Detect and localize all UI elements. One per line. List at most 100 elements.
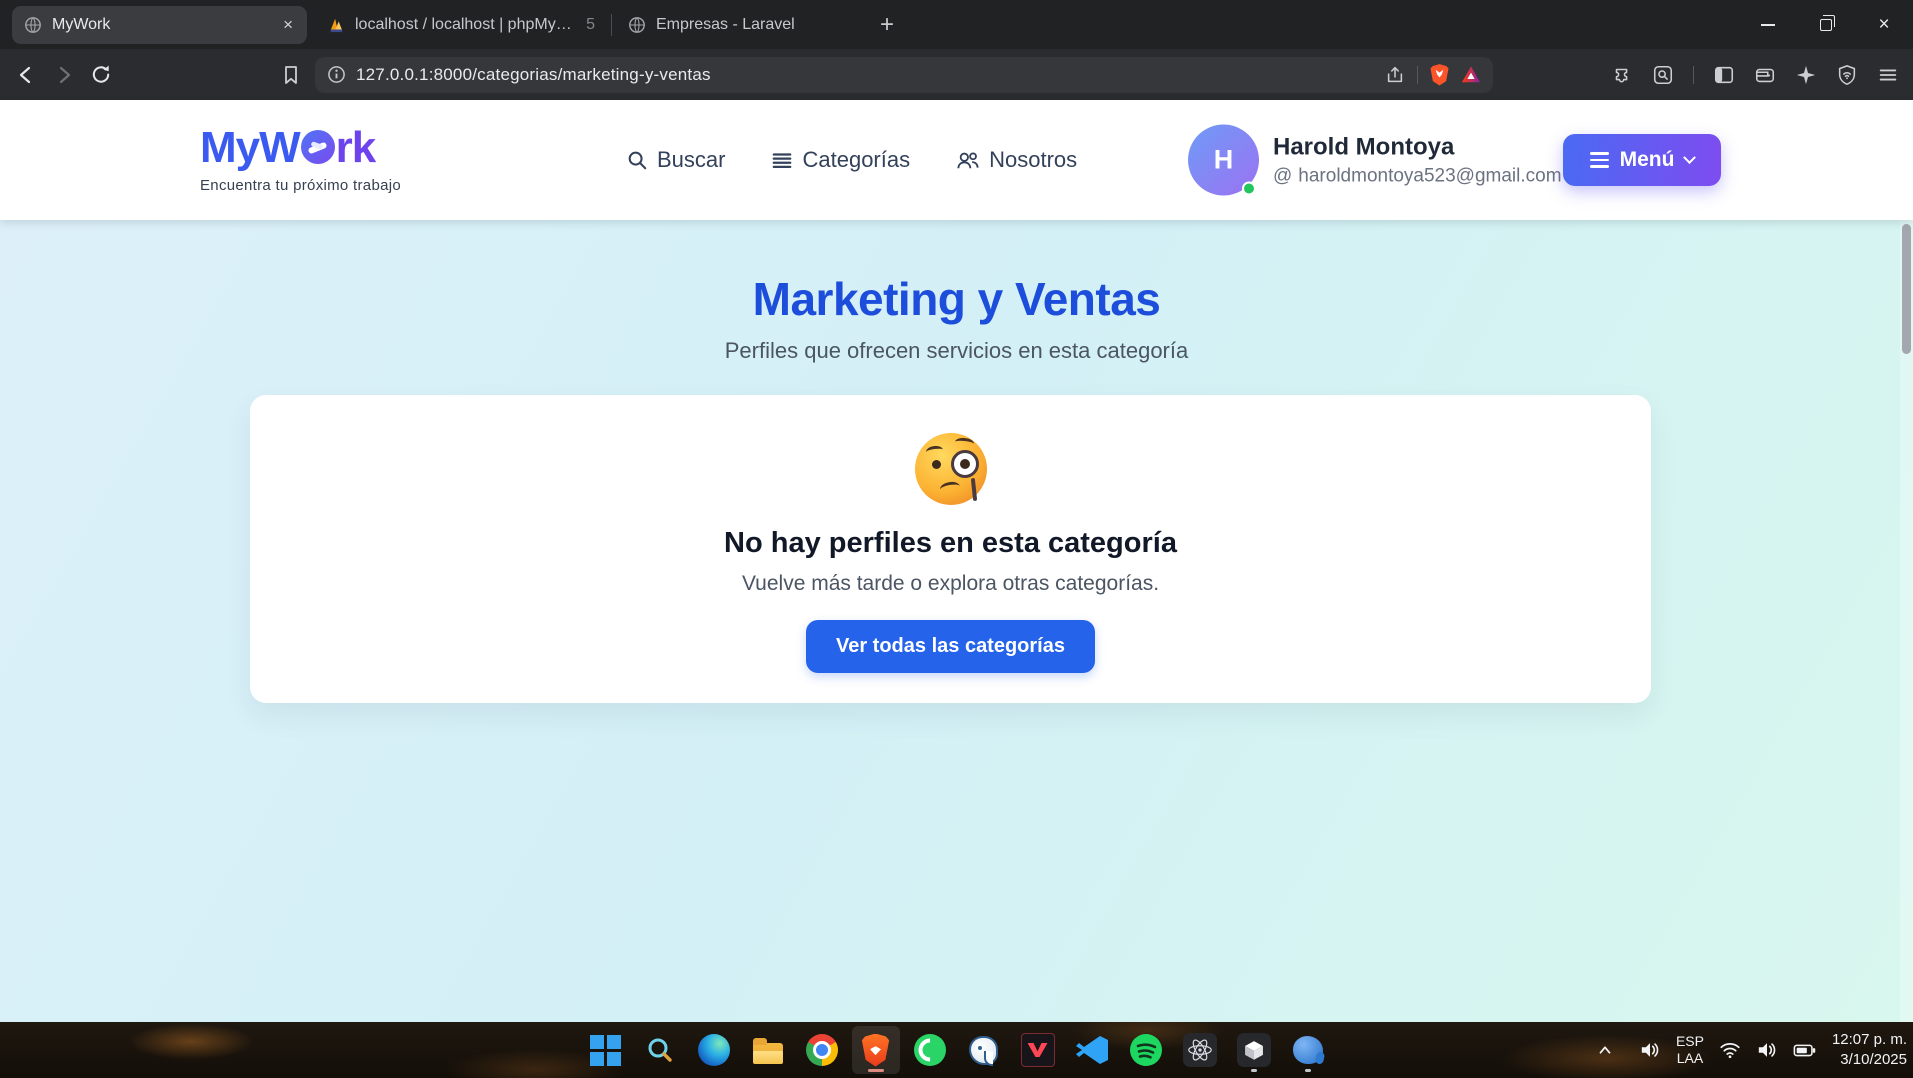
page-subtitle: Perfiles que ofrecen servicios en esta c… bbox=[0, 338, 1913, 364]
avatar-initial: H bbox=[1214, 145, 1234, 176]
start-button[interactable] bbox=[582, 1026, 630, 1074]
minimize-icon bbox=[1761, 24, 1775, 26]
language-indicator[interactable]: ESP LAA bbox=[1676, 1033, 1704, 1067]
brave-shields-icon[interactable] bbox=[1430, 64, 1449, 86]
volume-icon[interactable] bbox=[1756, 1040, 1778, 1060]
taskbar-search-button[interactable] bbox=[636, 1026, 684, 1074]
vpn-shield-icon[interactable] bbox=[1836, 64, 1858, 86]
edge-icon bbox=[698, 1034, 730, 1066]
view-all-categories-button[interactable]: Ver todas las categorías bbox=[806, 620, 1095, 673]
tab-laravel[interactable]: Empresas - Laravel bbox=[616, 6, 856, 44]
avatar: H bbox=[1188, 125, 1259, 196]
user-email: @haroldmontoya523@gmail.com bbox=[1273, 165, 1562, 187]
vscode-icon bbox=[1075, 1033, 1109, 1067]
logo-tagline: Encuentra tu próximo trabajo bbox=[200, 177, 401, 194]
active-app-indicator bbox=[868, 1069, 884, 1072]
page-scrollbar[interactable] bbox=[1900, 220, 1913, 1022]
site-info-icon[interactable] bbox=[327, 65, 346, 84]
share-icon[interactable] bbox=[1385, 65, 1405, 85]
new-tab-button[interactable]: + bbox=[870, 8, 904, 42]
nav-item-nosotros[interactable]: Nosotros bbox=[956, 147, 1077, 173]
page-title: Marketing y Ventas bbox=[0, 272, 1913, 326]
list-icon bbox=[771, 149, 793, 171]
close-icon: × bbox=[1878, 14, 1889, 36]
pgadmin-button[interactable] bbox=[1284, 1026, 1332, 1074]
site-nav: Buscar Categorías Nosotros bbox=[626, 147, 1077, 173]
logo-text: MyW rk bbox=[200, 126, 401, 170]
edge-button[interactable] bbox=[690, 1026, 738, 1074]
tray-overflow-chevron-icon[interactable] bbox=[1596, 1041, 1614, 1059]
chrome-button[interactable] bbox=[798, 1026, 846, 1074]
sidebar-icon[interactable] bbox=[1713, 64, 1735, 86]
nav-item-categorias[interactable]: Categorías bbox=[771, 147, 910, 173]
close-window-button[interactable]: × bbox=[1855, 0, 1913, 49]
user-chip[interactable]: H Harold Montoya @haroldmontoya523@gmail… bbox=[1188, 125, 1562, 196]
nav-item-buscar[interactable]: Buscar bbox=[626, 147, 725, 173]
browser-tab-bar: MyWork × localhost / localhost | phpMyAd… bbox=[0, 0, 1913, 49]
pgadmin-elephant-icon bbox=[1293, 1036, 1323, 1064]
battery-icon[interactable] bbox=[1793, 1041, 1817, 1059]
wifi-icon[interactable] bbox=[1719, 1040, 1741, 1060]
close-tab-icon[interactable]: × bbox=[281, 15, 295, 35]
tab-phpmyadmin[interactable]: localhost / localhost | phpMyAdmin 5 bbox=[315, 6, 607, 44]
brave-icon bbox=[861, 1034, 890, 1067]
browser-toolbar: 127.0.0.1:8000/categorias/marketing-y-ve… bbox=[0, 49, 1913, 100]
language-code: ESP bbox=[1676, 1033, 1704, 1050]
menu-button[interactable]: Menú bbox=[1563, 134, 1721, 186]
atom-app-button[interactable] bbox=[1176, 1026, 1224, 1074]
window-controls: × bbox=[1739, 0, 1913, 49]
back-button[interactable] bbox=[14, 63, 38, 87]
online-status-dot bbox=[1242, 182, 1256, 196]
taskbar-icons bbox=[579, 1022, 1335, 1078]
windows-logo-icon bbox=[590, 1035, 621, 1066]
restore-button[interactable] bbox=[1797, 0, 1855, 49]
divider bbox=[1417, 66, 1418, 84]
people-icon bbox=[956, 149, 980, 171]
browser-menu-icon[interactable] bbox=[1877, 64, 1899, 86]
menu-label: Menú bbox=[1620, 148, 1675, 172]
at-icon: @ bbox=[1273, 165, 1292, 187]
spotify-button[interactable] bbox=[1122, 1026, 1170, 1074]
file-explorer-button[interactable] bbox=[744, 1026, 792, 1074]
bookmark-icon[interactable] bbox=[281, 64, 301, 86]
postgresql-button[interactable] bbox=[960, 1026, 1008, 1074]
valorant-icon bbox=[1021, 1033, 1055, 1067]
mywork-logo[interactable]: MyW rk Encuentra tu próximo trabajo bbox=[200, 126, 401, 194]
running-app-indicator bbox=[1251, 1069, 1257, 1072]
search-tabs-icon[interactable] bbox=[1652, 64, 1674, 86]
leo-ai-icon[interactable] bbox=[1795, 64, 1817, 86]
wallet-icon[interactable] bbox=[1754, 64, 1776, 86]
nav-label: Categorías bbox=[802, 147, 910, 173]
address-bar[interactable]: 127.0.0.1:8000/categorias/marketing-y-ve… bbox=[315, 57, 1493, 93]
cube-icon bbox=[1237, 1033, 1271, 1067]
whatsapp-button[interactable] bbox=[906, 1026, 954, 1074]
tab-title: MyWork bbox=[52, 16, 271, 34]
nav-label: Buscar bbox=[657, 147, 725, 173]
cube-app-button[interactable] bbox=[1230, 1026, 1278, 1074]
restore-icon bbox=[1820, 19, 1832, 31]
logo-part2: rk bbox=[336, 123, 376, 172]
brave-rewards-icon[interactable] bbox=[1461, 65, 1481, 84]
forward-icon bbox=[52, 63, 76, 87]
brave-button[interactable] bbox=[852, 1026, 900, 1074]
tray-volume-app-icon[interactable] bbox=[1639, 1040, 1661, 1060]
keyboard-layout: LAA bbox=[1676, 1050, 1704, 1067]
url-text: 127.0.0.1:8000/categorias/marketing-y-ve… bbox=[356, 65, 711, 85]
tab-title: Empresas - Laravel bbox=[656, 16, 844, 34]
minimize-button[interactable] bbox=[1739, 0, 1797, 49]
tab-separator bbox=[611, 14, 612, 36]
tab-title-suffix: 5 bbox=[586, 16, 595, 34]
vscode-button[interactable] bbox=[1068, 1026, 1116, 1074]
hamburger-icon bbox=[1590, 152, 1609, 168]
extensions-icon[interactable] bbox=[1611, 64, 1633, 86]
taskbar-clock[interactable]: 12:07 p. m. 3/10/2025 bbox=[1832, 1030, 1907, 1071]
toolbar-extensions-area bbox=[1611, 64, 1913, 86]
scrollbar-thumb[interactable] bbox=[1902, 224, 1911, 354]
forward-button[interactable] bbox=[52, 63, 76, 87]
logo-part1: MyW bbox=[200, 123, 300, 172]
tab-mywork[interactable]: MyWork × bbox=[12, 6, 307, 44]
site-header: MyW rk Encuentra tu próximo trabajo Busca… bbox=[0, 100, 1913, 220]
atom-icon bbox=[1183, 1033, 1217, 1067]
valorant-button[interactable] bbox=[1014, 1026, 1062, 1074]
reload-button[interactable] bbox=[90, 63, 113, 86]
